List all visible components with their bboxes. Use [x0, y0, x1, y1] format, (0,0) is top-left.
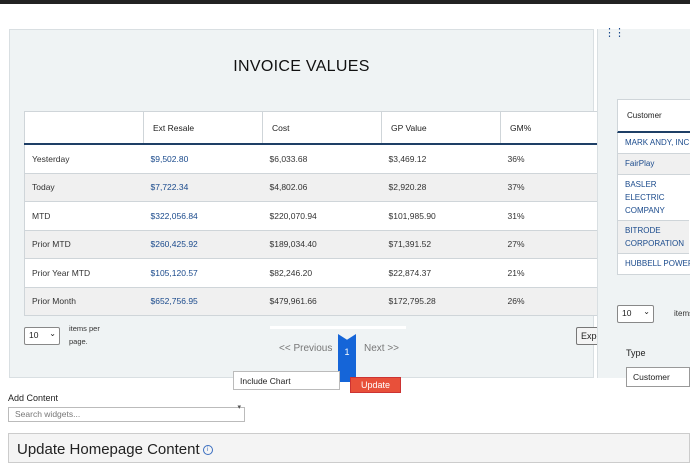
row-label: Prior Year MTD [24, 258, 144, 288]
current-page-button[interactable]: 1 [338, 334, 356, 382]
ext-resale-link[interactable]: $7,722.34 [143, 173, 263, 202]
customer-link[interactable]: FairPlay [617, 154, 690, 175]
row-label: MTD [24, 201, 144, 231]
customer-column-header[interactable]: Customer [617, 99, 690, 133]
ext-resale-link[interactable]: $322,056.84 [143, 201, 263, 231]
ext-resale-link[interactable]: $260,425.92 [143, 230, 263, 259]
gm-cell: 31% [500, 201, 609, 231]
gm-cell: 27% [500, 230, 609, 259]
table-row: Prior MTD $260,425.92 $189,034.40 $71,39… [24, 230, 609, 259]
gm-cell: 21% [500, 258, 609, 288]
add-content-label: Add Content [8, 393, 59, 403]
cost-cell: $4,802.06 [262, 173, 382, 202]
update-homepage-panel: Update Homepage Content i [8, 433, 690, 463]
cost-cell: $189,034.40 [262, 230, 382, 259]
chevron-down-icon: ⌄ [49, 329, 56, 338]
ext-resale-link[interactable]: $105,120.57 [143, 258, 263, 288]
cost-cell: $220,070.94 [262, 201, 382, 231]
gp-value-cell: $2,920.28 [381, 173, 501, 202]
column-header-label [24, 111, 144, 145]
type-label: Type [626, 348, 646, 358]
search-widgets-placeholder: Search widgets... [15, 409, 81, 419]
gp-value-cell: $101,985.90 [381, 201, 501, 231]
table-header-row: Ext Resale Cost GP Value GM% [24, 111, 609, 145]
gp-value-cell: $22,874.37 [381, 258, 501, 288]
panel-title: INVOICE VALUES [233, 58, 370, 75]
drag-grip-icon[interactable]: ⋮⋮ [604, 28, 625, 39]
column-header-gp-value[interactable]: GP Value [381, 111, 501, 145]
customer-link[interactable]: HUBBELL POWER [617, 254, 690, 275]
search-widgets-input[interactable]: Search widgets... ▾ [8, 404, 245, 422]
table-row: Prior Month $652,756.95 $479,961.66 $172… [24, 287, 609, 316]
customer-items-label: items [674, 309, 690, 318]
row-label: Prior MTD [24, 230, 144, 259]
gp-value-cell: $172,795.28 [381, 287, 501, 316]
next-page-link[interactable]: Next >> [364, 343, 399, 354]
gm-cell: 26% [500, 287, 609, 316]
customer-link[interactable]: BITRODE CORPORATION [617, 221, 689, 254]
column-header-cost[interactable]: Cost [262, 111, 382, 145]
update-homepage-title: Update Homepage Content [17, 441, 200, 458]
page-size-value: 10 [29, 330, 39, 340]
top-bar [0, 0, 690, 4]
gp-value-cell: $3,469.12 [381, 144, 501, 174]
cost-cell: $479,961.66 [262, 287, 382, 316]
ext-resale-link[interactable]: $652,756.95 [143, 287, 263, 316]
gm-cell: 37% [500, 173, 609, 202]
chevron-down-icon: ▾ [237, 404, 241, 411]
row-label: Today [24, 173, 144, 202]
column-header-ext-resale[interactable]: Ext Resale [143, 111, 263, 145]
customer-page-size-select[interactable]: 10 ⌄ [617, 305, 654, 323]
table-row: MTD $322,056.84 $220,070.94 $101,985.90 … [24, 201, 609, 231]
pager-top-edge [270, 326, 406, 329]
gp-value-cell: $71,391.52 [381, 230, 501, 259]
previous-page-link[interactable]: << Previous [279, 343, 332, 354]
column-header-gm[interactable]: GM% [500, 111, 609, 145]
cost-cell: $6,033.68 [262, 144, 382, 174]
page-size-select[interactable]: 10 ⌄ [24, 327, 60, 345]
table-row: Prior Year MTD $105,120.57 $82,246.20 $2… [24, 258, 609, 288]
customer-link[interactable]: BASLER ELECTRIC COMPANY [617, 175, 689, 221]
type-select[interactable]: Customer [626, 367, 690, 387]
row-label: Yesterday [24, 144, 144, 174]
include-chart-select[interactable]: Include Chart [233, 371, 340, 390]
items-per-page-label: items per page. [69, 324, 100, 346]
customer-table: Customer MARK ANDY, INC. FairPlay BASLER… [617, 99, 690, 275]
customer-page-size-value: 10 [622, 308, 632, 318]
table-row: Yesterday $9,502.80 $6,033.68 $3,469.12 … [24, 144, 609, 174]
invoice-table: Ext Resale Cost GP Value GM% Yesterday $… [24, 111, 609, 316]
ext-resale-link[interactable]: $9,502.80 [143, 144, 263, 174]
info-icon[interactable]: i [202, 445, 213, 456]
table-row: Today $7,722.34 $4,802.06 $2,920.28 37% [24, 173, 609, 202]
chevron-down-icon: ⌄ [643, 307, 650, 316]
row-label: Prior Month [24, 287, 144, 316]
update-homepage-heading: Update Homepage Content i [17, 441, 213, 458]
customer-link[interactable]: MARK ANDY, INC. [617, 133, 690, 154]
gm-cell: 36% [500, 144, 609, 174]
cost-cell: $82,246.20 [262, 258, 382, 288]
update-button[interactable]: Update [350, 377, 401, 393]
